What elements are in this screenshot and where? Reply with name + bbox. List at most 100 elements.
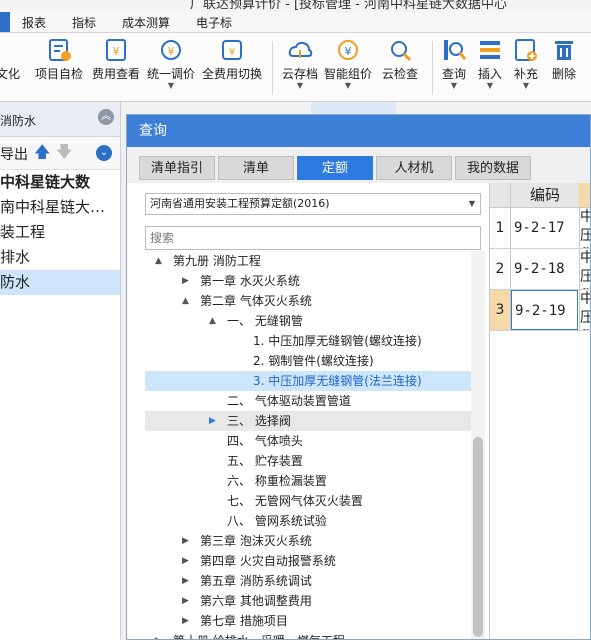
tree-node[interactable]: 五、 贮存装置 [145, 451, 471, 471]
project-tree-item[interactable]: 排水 [0, 245, 120, 270]
tree-node[interactable]: 2. 钢制管件(螺纹连接) [145, 351, 471, 371]
expand-arrow-icon[interactable]: ▶ [182, 571, 189, 591]
window-title: 广联达预算计价 - [投标管理 - 河南中科星链大数据中心 [190, 0, 507, 12]
query-button[interactable]: 查询 ▼ [438, 37, 470, 90]
tree-scrollbar-thumb[interactable] [473, 437, 483, 637]
full-fee-switch-button[interactable]: ¥ 全费用切换 [201, 37, 263, 82]
unified-price-button[interactable]: ¥ 统一调价 ▼ [146, 37, 196, 90]
expand-down-icon[interactable]: ⌄ [96, 145, 112, 161]
tree-node[interactable]: ▲ 第九册 消防工程 [145, 251, 471, 271]
tree-node[interactable]: ▲ 第二章 气体灭火系统 [145, 291, 471, 311]
collapse-arrow-icon[interactable]: ▲ [182, 291, 189, 311]
tree-node[interactable]: ▶ 第四章 火灾自动报警系统 [145, 551, 471, 571]
tree-node[interactable]: 3. 中压加厚无缝钢管(法兰连接) [145, 371, 471, 391]
quota-name-cell[interactable]: 中压称 [579, 290, 590, 330]
expand-arrow-icon[interactable]: ▶ [182, 591, 189, 611]
quota-code-cell[interactable]: 9-2-17 [511, 208, 578, 248]
smart-pricing-icon: ¥ [335, 37, 361, 63]
delete-button[interactable]: 删除 [548, 37, 580, 82]
export-button[interactable]: 导出 [0, 144, 28, 164]
ribbon-partial-button[interactable]: 文化 [0, 37, 20, 82]
smart-pricing-button[interactable]: ¥ 智能组价 ▼ [322, 37, 374, 90]
query-dialog: 查询 清单指引 清单 定额 人材机 我的数据 河南省通用安装工程预算定额(201… [126, 114, 591, 640]
move-up-icon[interactable]: 🡅 [34, 141, 50, 168]
main-grid-background [121, 102, 591, 114]
tree-node-label: 第三章 泡沫灭火系统 [200, 534, 312, 548]
table-row[interactable]: 19-2-17中压称 [490, 208, 590, 249]
tree-node-label: 第六章 其他调整费用 [200, 594, 312, 608]
menu-item-report[interactable]: 报表 [22, 14, 46, 31]
table-row[interactable]: 29-2-18中压称 [490, 249, 590, 290]
collapse-arrow-icon[interactable]: ▲ [155, 251, 162, 271]
table-row[interactable]: 39-2-19中压称 [490, 290, 590, 331]
project-tree-item[interactable]: 装工程 [0, 220, 120, 245]
project-tree-item[interactable]: 南中科星链大… [0, 195, 120, 220]
ribbon-partial-label: 文化 [0, 67, 21, 81]
tab-my-data[interactable]: 我的数据 [455, 156, 531, 180]
tree-node[interactable]: 1. 中压加厚无缝钢管(螺纹连接) [145, 331, 471, 351]
search-input[interactable] [145, 226, 481, 250]
quota-name-cell[interactable]: 中压称 [579, 249, 590, 289]
cloud-archive-label: 云存档 [281, 67, 318, 81]
quota-table-pane: 编码 19-2-17中压称29-2-18中压称39-2-19中压称 [490, 183, 590, 639]
query-label: 查询 [441, 67, 466, 81]
tree-node-label: 2. 钢制管件(螺纹连接) [253, 354, 374, 368]
tree-node[interactable]: ▶ 第三章 泡沫灭火系统 [145, 531, 471, 551]
tree-scrollbar[interactable] [471, 251, 485, 639]
supplement-button[interactable]: 补充 ▼ [510, 37, 542, 90]
project-tree-item-selected[interactable]: 防水 [0, 270, 120, 295]
collapse-icon[interactable]: ︽ [98, 109, 114, 125]
expand-arrow-icon[interactable]: ▶ [182, 531, 189, 551]
tab-bill-guide[interactable]: 清单指引 [139, 156, 215, 180]
tree-node[interactable]: ▶ 第一章 水灭火系统 [145, 271, 471, 291]
query-dropdown-icon: ▼ [450, 81, 458, 90]
expand-arrow-icon[interactable]: ▶ [155, 631, 162, 639]
fee-view-button[interactable]: ¥ 费用查看 [91, 37, 141, 82]
dialog-title: 查询 [127, 115, 590, 147]
cloud-archive-button[interactable]: 云存档 ▼ [279, 37, 321, 90]
menu-item-cost-estimate[interactable]: 成本测算 [122, 14, 170, 31]
window-titlebar: 广联达预算计价 - [投标管理 - 河南中科星链大数据中心 [0, 0, 591, 12]
project-check-button[interactable]: 项目自检 [34, 37, 84, 82]
ribbon-toolbar: 文化 项目自检 ¥ 费用查看 ¥ 统一调价 ▼ ¥ 全费用切换 云存档 ▼ ¥ … [0, 33, 591, 102]
expand-arrow-icon[interactable]: ▶ [182, 551, 189, 571]
tree-node[interactable]: 七、 无管网气体灭火装置 [145, 491, 471, 511]
cloud-check-button[interactable]: 云检查 [379, 37, 421, 82]
menu-item-indicator[interactable]: 指标 [72, 14, 96, 31]
quota-name-cell[interactable]: 中压称 [579, 208, 590, 248]
tab-bill[interactable]: 清单 [218, 156, 294, 180]
tree-node-label: 八、 管网系统试验 [227, 514, 327, 528]
tab-labor-material-machine[interactable]: 人材机 [376, 156, 452, 180]
delete-label: 删除 [551, 67, 576, 81]
expand-arrow-icon[interactable]: ▶ [182, 271, 189, 291]
tree-node[interactable]: ▶ 第七章 措施项目 [145, 611, 471, 631]
tree-node[interactable]: ▲ 一、 无缝钢管 [145, 311, 471, 331]
collapse-arrow-icon[interactable]: ▲ [209, 311, 216, 331]
tree-node-label: 3. 中压加厚无缝钢管(法兰连接) [253, 374, 422, 388]
expand-arrow-icon[interactable]: ▶ [209, 411, 216, 431]
supplement-icon [513, 37, 539, 63]
tree-node-label: 五、 贮存装置 [227, 454, 303, 468]
insert-dropdown-icon: ▼ [486, 81, 494, 90]
tree-node[interactable]: 八、 管网系统试验 [145, 511, 471, 531]
quota-code-cell[interactable]: 9-2-19 [511, 290, 578, 330]
tree-node[interactable]: 二、 气体驱动装置管道 [145, 391, 471, 411]
column-header-code[interactable]: 编码 [510, 183, 580, 207]
move-down-icon[interactable]: 🡇 [56, 141, 72, 168]
insert-label: 插入 [477, 67, 502, 81]
expand-arrow-icon[interactable]: ▶ [182, 611, 189, 631]
menu-item-e-bid[interactable]: 电子标 [196, 14, 232, 31]
tree-node[interactable]: ▶ 第六章 其他调整费用 [145, 591, 471, 611]
tree-node[interactable]: 四、 气体喷头 [145, 431, 471, 451]
tree-node[interactable]: ▶ 第十册 给排水、采暖、燃气工程 [145, 631, 471, 639]
tree-node[interactable]: ▶ 三、 选择阀 [145, 411, 471, 431]
quota-library-select[interactable]: 河南省通用安装工程预算定额(2016) ▼ [145, 193, 481, 215]
project-tree-item[interactable]: 中科星链大数 [0, 170, 120, 195]
tree-node[interactable]: 六、 称重检漏装置 [145, 471, 471, 491]
insert-button[interactable]: 插入 ▼ [474, 37, 506, 90]
tab-quota[interactable]: 定额 [297, 156, 373, 180]
quota-tree-pane: 河南省通用安装工程预算定额(2016) ▼ ▲ 第九册 消防工程 ▶ 第一章 水灭火系… [127, 183, 490, 639]
tree-node[interactable]: ▶ 第五章 消防系统调试 [145, 571, 471, 591]
quota-code-cell[interactable]: 9-2-18 [511, 249, 578, 289]
column-header-name[interactable] [579, 183, 590, 207]
